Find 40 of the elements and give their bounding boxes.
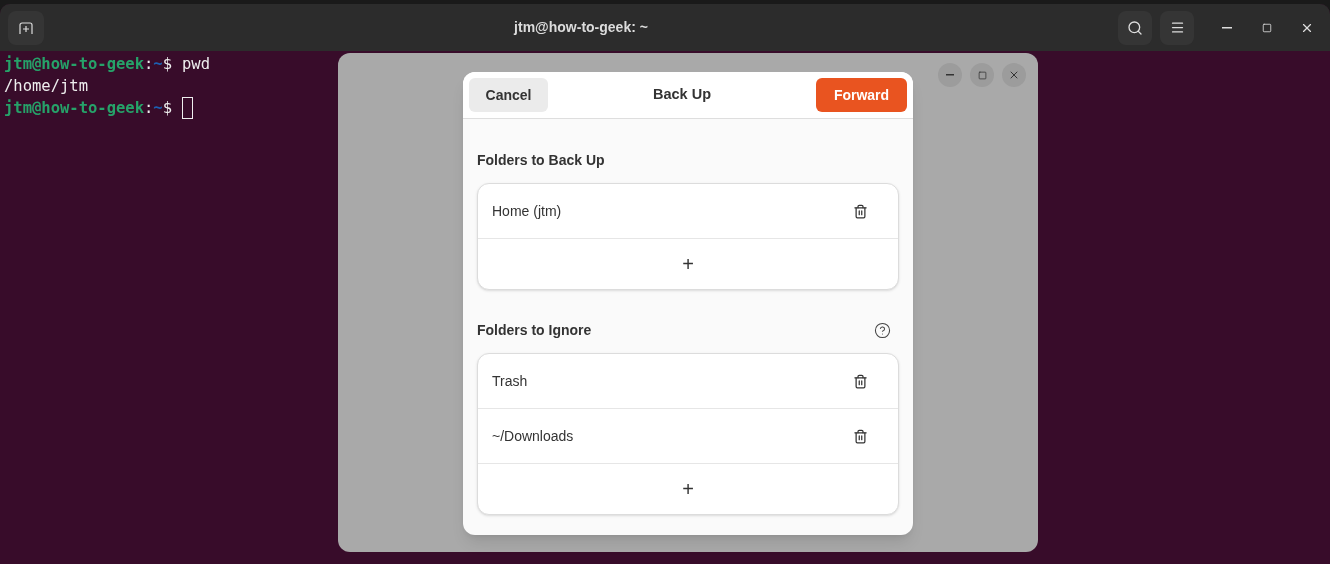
output-text: /home/jtm: [4, 76, 88, 97]
folder-name: Home (jtm): [492, 201, 562, 221]
search-icon: [1127, 19, 1143, 36]
dialog-title: Back Up: [652, 85, 712, 105]
delete-icon[interactable]: [853, 373, 868, 389]
prompt-symbol: $: [162, 54, 172, 75]
maximize-icon: [977, 70, 987, 80]
prompt-separator: :: [144, 54, 154, 75]
new-tab-button[interactable]: [8, 10, 44, 45]
prompt-user-host: jtm@how-to-geek: [4, 98, 144, 119]
prompt-path: ~: [153, 54, 163, 75]
help-icon[interactable]: [874, 321, 891, 339]
section-heading: Folders to Ignore: [477, 320, 592, 340]
folder-row[interactable]: Home (jtm): [478, 184, 898, 239]
menu-button[interactable]: [1160, 10, 1194, 45]
minimize-icon: [1222, 26, 1232, 29]
folder-row[interactable]: ~/Downloads: [478, 409, 898, 464]
add-folder-button[interactable]: +: [478, 464, 898, 514]
window-title: jtm@how-to-geek: ~: [512, 18, 649, 37]
prompt-symbol: $: [162, 98, 172, 119]
prompt-separator: :: [144, 98, 154, 119]
add-folder-button[interactable]: +: [478, 239, 898, 289]
new-tab-icon: [19, 21, 33, 34]
forward-button[interactable]: Forward: [816, 78, 907, 112]
maximize-icon: [1262, 22, 1272, 33]
cancel-button[interactable]: Cancel: [469, 78, 548, 112]
section-heading: Folders to Back Up: [477, 150, 605, 170]
search-button[interactable]: [1118, 10, 1152, 45]
prompt-path: ~: [153, 98, 163, 119]
close-icon: [1008, 69, 1020, 81]
minimize-icon: [946, 74, 954, 76]
prompt-user-host: jtm@how-to-geek: [4, 54, 144, 75]
close-button[interactable]: [1002, 63, 1026, 87]
command-text: pwd: [182, 54, 210, 75]
menu-icon: [1169, 20, 1185, 35]
folder-row[interactable]: Trash: [478, 354, 898, 409]
folder-name: ~/Downloads: [492, 426, 574, 446]
delete-icon[interactable]: [853, 428, 868, 444]
folder-name: Trash: [492, 371, 528, 391]
delete-icon[interactable]: [853, 203, 868, 219]
